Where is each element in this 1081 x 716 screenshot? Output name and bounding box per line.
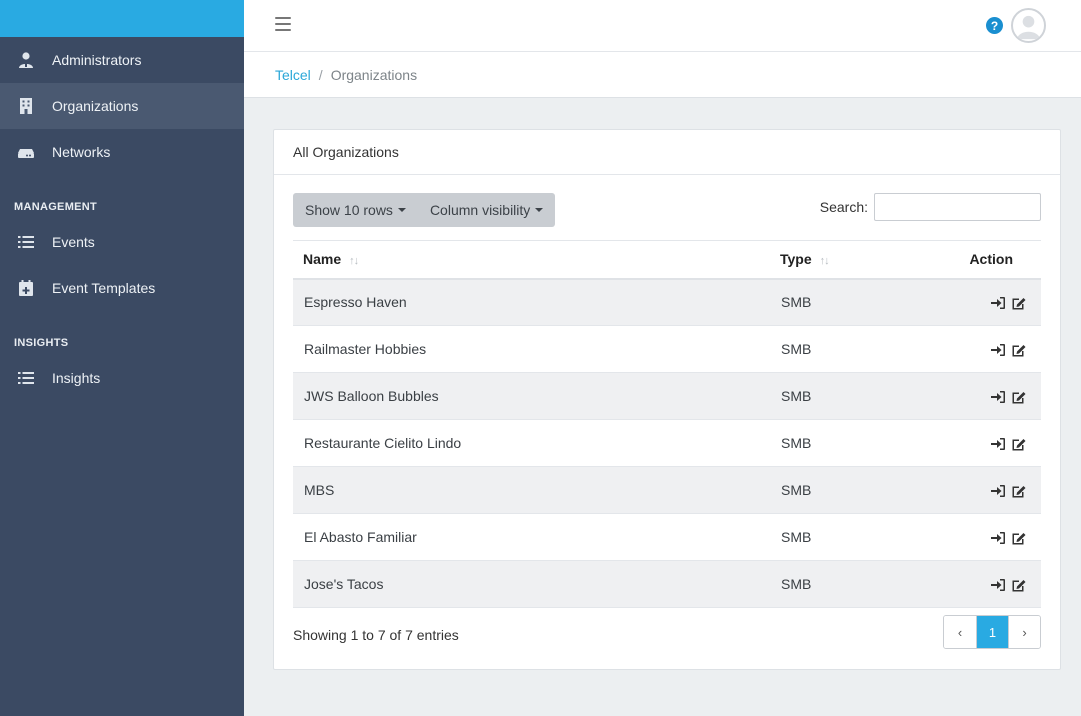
section-header-management: MANAGEMENT xyxy=(14,201,98,213)
org-type-cell: SMB xyxy=(770,419,930,467)
table-row: Restaurante Cielito Lindo SMB xyxy=(293,419,1041,467)
sign-in-icon[interactable] xyxy=(990,390,1006,404)
column-header-action: Action xyxy=(930,240,1041,280)
column-visibility-button[interactable]: Column visibility xyxy=(418,193,555,227)
list-icon xyxy=(16,232,36,252)
column-header-label: Type xyxy=(780,251,812,268)
sidebar: Administrators Organizations Networks MA… xyxy=(0,0,244,716)
entries-info: Showing 1 to 7 of 7 entries xyxy=(293,627,459,643)
breadcrumb-link-root[interactable]: Telcel xyxy=(275,67,311,83)
edit-icon[interactable] xyxy=(1011,578,1027,592)
list-icon xyxy=(16,368,36,388)
edit-icon[interactable] xyxy=(1011,437,1027,451)
search-label: Search: xyxy=(819,199,868,215)
action-cell xyxy=(930,372,1041,420)
column-header-name[interactable]: Name ↑↓ xyxy=(293,240,770,280)
sign-in-icon[interactable] xyxy=(990,484,1006,498)
pagination: ‹ 1 › xyxy=(943,615,1041,649)
sign-in-icon[interactable] xyxy=(990,296,1006,310)
sidebar-item-organizations[interactable]: Organizations xyxy=(0,83,244,129)
action-cell xyxy=(930,466,1041,514)
organizations-table: Name ↑↓ Type ↑↓ Action Espresso Haven SMB Ra… xyxy=(293,240,1041,608)
show-rows-label: Show 10 rows xyxy=(305,202,393,218)
sidebar-item-administrators[interactable]: Administrators xyxy=(0,37,244,83)
sidebar-item-label: Organizations xyxy=(52,98,139,114)
sidebar-item-networks[interactable]: Networks xyxy=(0,129,244,175)
help-icon[interactable]: ? xyxy=(986,17,1003,34)
sort-icon[interactable]: ↑↓ xyxy=(820,255,830,267)
table-row: JWS Balloon Bubbles SMB xyxy=(293,372,1041,420)
edit-icon[interactable] xyxy=(1011,296,1027,310)
sign-in-icon[interactable] xyxy=(990,437,1006,451)
action-cell xyxy=(930,513,1041,561)
sign-in-icon[interactable] xyxy=(990,578,1006,592)
breadcrumb: Telcel / Organizations xyxy=(244,52,1081,98)
org-type-cell: SMB xyxy=(770,372,930,420)
org-name-cell: MBS xyxy=(293,466,770,514)
avatar[interactable] xyxy=(1011,8,1046,43)
action-cell xyxy=(930,560,1041,608)
sidebar-item-events[interactable]: Events xyxy=(0,219,244,265)
org-type-cell: SMB xyxy=(770,513,930,561)
calendar-plus-icon xyxy=(16,278,36,298)
edit-icon[interactable] xyxy=(1011,531,1027,545)
action-cell xyxy=(930,278,1041,326)
user-icon xyxy=(16,50,36,70)
column-header-label: Name xyxy=(303,251,342,268)
org-type-cell: SMB xyxy=(770,466,930,514)
org-type-cell: SMB xyxy=(770,325,930,373)
org-name-cell: Railmaster Hobbies xyxy=(293,325,770,373)
sort-icon[interactable]: ↑↓ xyxy=(349,255,359,267)
org-type-cell: SMB xyxy=(770,278,930,326)
section-header-insights: INSIGHTS xyxy=(14,337,69,349)
caret-down-icon xyxy=(397,208,406,212)
hamburger-menu-icon[interactable] xyxy=(275,17,291,31)
sidebar-item-label: Networks xyxy=(52,144,111,160)
brand-bar xyxy=(0,0,244,37)
org-type-cell: SMB xyxy=(770,560,930,608)
caret-down-icon xyxy=(535,208,544,212)
search-input[interactable] xyxy=(874,193,1041,221)
organizations-card: All Organizations Show 10 rows Column vi… xyxy=(273,129,1061,670)
table-header-row: Name ↑↓ Type ↑↓ Action xyxy=(293,240,1041,280)
user-avatar-icon xyxy=(1016,15,1041,40)
org-name-cell: Restaurante Cielito Lindo xyxy=(293,419,770,467)
column-visibility-label: Column visibility xyxy=(429,202,531,218)
org-name-cell: Espresso Haven xyxy=(293,278,770,326)
pagination-page-button[interactable]: 1 xyxy=(976,616,1008,648)
sidebar-item-event-templates[interactable]: Event Templates xyxy=(0,265,244,311)
show-rows-button[interactable]: Show 10 rows xyxy=(293,193,418,227)
table-row: Railmaster Hobbies SMB xyxy=(293,325,1041,373)
edit-icon[interactable] xyxy=(1011,484,1027,498)
card-title: All Organizations xyxy=(274,130,1060,175)
action-cell xyxy=(930,419,1041,467)
building-icon xyxy=(16,96,36,116)
org-name-cell: JWS Balloon Bubbles xyxy=(293,372,770,420)
table-row: Jose's Tacos SMB xyxy=(293,560,1041,608)
edit-icon[interactable] xyxy=(1011,343,1027,357)
sign-in-icon[interactable] xyxy=(990,531,1006,545)
org-name-cell: Jose's Tacos xyxy=(293,560,770,608)
table-row: El Abasto Familiar SMB xyxy=(293,513,1041,561)
sign-in-icon[interactable] xyxy=(990,343,1006,357)
edit-icon[interactable] xyxy=(1011,390,1027,404)
sidebar-item-label: Events xyxy=(52,234,95,250)
action-cell xyxy=(930,325,1041,373)
breadcrumb-current: Organizations xyxy=(330,66,418,83)
table-toolbar: Show 10 rows Column visibility xyxy=(293,193,556,227)
column-header-type[interactable]: Type ↑↓ xyxy=(770,240,930,280)
sidebar-item-label: Administrators xyxy=(52,52,142,68)
sidebar-item-insights[interactable]: Insights xyxy=(0,355,244,401)
topbar: ? xyxy=(244,0,1081,52)
table-row: Espresso Haven SMB xyxy=(293,278,1041,326)
sidebar-item-label: Event Templates xyxy=(52,280,156,296)
pagination-next-button[interactable]: › xyxy=(1008,616,1040,648)
router-icon xyxy=(16,142,36,162)
table-row: MBS SMB xyxy=(293,466,1041,514)
sidebar-item-label: Insights xyxy=(52,370,101,386)
org-name-cell: El Abasto Familiar xyxy=(293,513,770,561)
breadcrumb-separator: / xyxy=(318,66,323,83)
pagination-prev-button[interactable]: ‹ xyxy=(944,616,976,648)
